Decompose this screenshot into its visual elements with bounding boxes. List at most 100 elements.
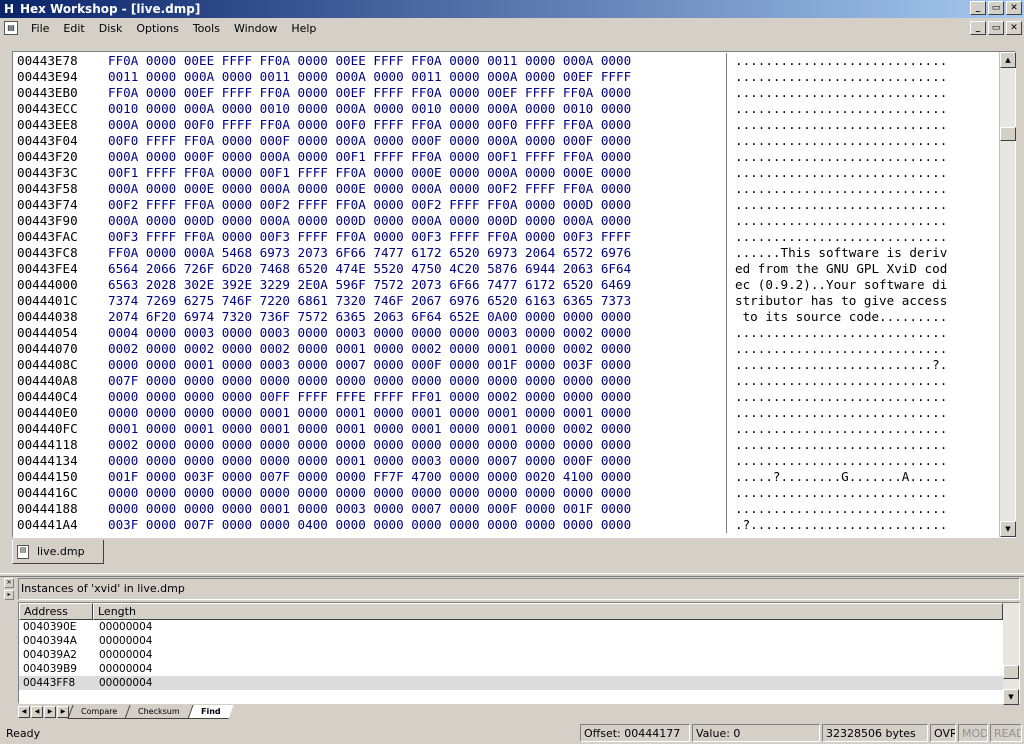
hex-row[interactable]: 00443F90 000A 0000 000D 0000 000A 0000 00… <box>15 213 1005 229</box>
menu-edit[interactable]: Edit <box>56 22 91 35</box>
row-hex-bytes[interactable]: 007F 0000 0000 0000 0000 0000 0000 0000 … <box>102 373 722 389</box>
hex-row[interactable]: 0044408C 0000 0000 0001 0000 0003 0000 00… <box>15 357 1005 373</box>
row-hex-bytes[interactable]: 7374 7269 6275 746F 7220 6861 7320 746F … <box>102 293 722 309</box>
hex-row[interactable]: 004440FC 0001 0000 0001 0000 0001 0000 00… <box>15 421 1005 437</box>
hex-row[interactable]: 00443FAC 00F3 FFFF FF0A 0000 00F3 FFFF FF… <box>15 229 1005 245</box>
row-hex-bytes[interactable]: FF0A 0000 00EF FFFF FF0A 0000 00EF FFFF … <box>102 85 722 101</box>
panel-gripper[interactable]: ✕ ▸ <box>4 578 16 604</box>
hex-row[interactable]: 004440E0 0000 0000 0000 0000 0001 0000 00… <box>15 405 1005 421</box>
row-hex-bytes[interactable]: 00F3 FFFF FF0A 0000 00F3 FFFF FF0A 0000 … <box>102 229 722 245</box>
row-hex-bytes[interactable]: 0000 0000 0000 0000 0000 0000 0001 0000 … <box>102 453 722 469</box>
row-hex-bytes[interactable]: 0000 0000 0000 0000 0001 0000 0001 0000 … <box>102 405 722 421</box>
document-icon[interactable]: ▤ <box>4 21 18 35</box>
hex-row[interactable]: 00444150 001F 0000 003F 0000 007F 0000 00… <box>15 469 1005 485</box>
menu-window[interactable]: Window <box>227 22 284 35</box>
row-ascii[interactable]: ............................ <box>731 149 947 165</box>
row-hex-bytes[interactable]: 00F0 FFFF FF0A 0000 000F 0000 000A 0000 … <box>102 133 722 149</box>
tab-compare[interactable]: Compare <box>67 705 130 719</box>
hex-editor[interactable]: 00443E78 FF0A 0000 00EE FFFF FF0A 0000 00… <box>12 51 1016 538</box>
row-hex-bytes[interactable]: 6564 2066 726F 6D20 7468 6520 474E 5520 … <box>102 261 722 277</box>
mdi-minimize-button[interactable]: _ <box>970 21 986 35</box>
results-scrollbar[interactable]: ▼ <box>1003 603 1019 705</box>
column-length[interactable]: Length <box>93 603 1003 620</box>
row-ascii[interactable]: ............................ <box>731 437 947 453</box>
hex-row[interactable]: 00443E78 FF0A 0000 00EE FFFF FF0A 0000 00… <box>15 53 1005 69</box>
menu-options[interactable]: Options <box>129 22 185 35</box>
hex-row[interactable]: 00444188 0000 0000 0000 0000 0001 0000 00… <box>15 501 1005 517</box>
mdi-close-button[interactable]: ✕ <box>1006 21 1022 35</box>
row-hex-bytes[interactable]: 0002 0000 0002 0000 0002 0000 0001 0000 … <box>102 341 722 357</box>
row-hex-bytes[interactable]: 0002 0000 0000 0000 0000 0000 0000 0000 … <box>102 437 722 453</box>
row-ascii[interactable]: ............................ <box>731 181 947 197</box>
row-ascii[interactable]: ............................ <box>731 405 947 421</box>
close-button[interactable]: ✕ <box>1006 1 1022 15</box>
row-hex-bytes[interactable]: 0011 0000 000A 0000 0011 0000 000A 0000 … <box>102 69 722 85</box>
row-hex-bytes[interactable]: 2074 6F20 6974 7320 736F 7572 6365 2063 … <box>102 309 722 325</box>
hex-row[interactable]: 00443FE4 6564 2066 726F 6D20 7468 6520 47… <box>15 261 1005 277</box>
hex-row[interactable]: 00444054 0004 0000 0003 0000 0003 0000 00… <box>15 325 1005 341</box>
hex-row[interactable]: 004441A4 003F 0000 007F 0000 0000 0400 00… <box>15 517 1005 533</box>
row-hex-bytes[interactable]: FF0A 0000 00EE FFFF FF0A 0000 00EE FFFF … <box>102 53 722 69</box>
row-hex-bytes[interactable]: 000A 0000 00F0 FFFF FF0A 0000 00F0 FFFF … <box>102 117 722 133</box>
result-row[interactable]: 004039A2 00000004 <box>19 648 1019 662</box>
restore-button[interactable]: ▭ <box>988 1 1004 15</box>
menu-help[interactable]: Help <box>284 22 323 35</box>
row-ascii[interactable]: stributor has to give access <box>731 293 947 309</box>
result-row[interactable]: 00443FF8 00000004 <box>19 676 1019 690</box>
panel-close-icon[interactable]: ✕ <box>4 578 14 588</box>
results-scroll-thumb[interactable] <box>1003 665 1019 679</box>
scroll-up-button[interactable]: ▲ <box>1000 52 1016 68</box>
row-ascii[interactable]: ............................ <box>731 165 947 181</box>
row-ascii[interactable]: .....?........G.......A..... <box>731 469 947 485</box>
hex-row[interactable]: 00444000 6563 2028 302E 392E 3229 2E0A 59… <box>15 277 1005 293</box>
menu-tools[interactable]: Tools <box>186 22 227 35</box>
hex-row[interactable]: 0044416C 0000 0000 0000 0000 0000 0000 00… <box>15 485 1005 501</box>
minimize-button[interactable]: _ <box>970 1 986 15</box>
row-hex-bytes[interactable]: FF0A 0000 000A 5468 6973 2073 6F66 7477 … <box>102 245 722 261</box>
hex-row[interactable]: 004440A8 007F 0000 0000 0000 0000 0000 00… <box>15 373 1005 389</box>
hex-row[interactable]: 00443F74 00F2 FFFF FF0A 0000 00F2 FFFF FF… <box>15 197 1005 213</box>
row-ascii[interactable]: ............................ <box>731 485 947 501</box>
hex-row[interactable]: 00443E94 0011 0000 000A 0000 0011 0000 00… <box>15 69 1005 85</box>
results-scroll-down[interactable]: ▼ <box>1003 689 1019 705</box>
row-hex-bytes[interactable]: 000A 0000 000F 0000 000A 0000 00F1 FFFF … <box>102 149 722 165</box>
first-tab-icon[interactable]: ◀ <box>18 706 30 718</box>
row-ascii[interactable]: ............................ <box>731 53 947 69</box>
hex-row[interactable]: 00443F04 00F0 FFFF FF0A 0000 000F 0000 00… <box>15 133 1005 149</box>
hex-row[interactable]: 00443FC8 FF0A 0000 000A 5468 6973 2073 6F… <box>15 245 1005 261</box>
hex-row[interactable]: 00444038 2074 6F20 6974 7320 736F 7572 63… <box>15 309 1005 325</box>
row-hex-bytes[interactable]: 00F1 FFFF FF0A 0000 00F1 FFFF FF0A 0000 … <box>102 165 722 181</box>
hex-row[interactable]: 00443F3C 00F1 FFFF FF0A 0000 00F1 FFFF FF… <box>15 165 1005 181</box>
row-ascii[interactable]: ............................ <box>731 133 947 149</box>
scroll-thumb[interactable] <box>1000 127 1016 141</box>
splitter[interactable] <box>0 573 1024 577</box>
row-ascii[interactable]: to its source code......... <box>731 309 948 325</box>
row-hex-bytes[interactable]: 0010 0000 000A 0000 0010 0000 000A 0000 … <box>102 101 722 117</box>
row-ascii[interactable]: ............................ <box>731 453 947 469</box>
row-ascii[interactable]: ............................ <box>731 501 947 517</box>
hex-row[interactable]: 00443F58 000A 0000 000E 0000 000A 0000 00… <box>15 181 1005 197</box>
row-ascii[interactable]: ............................ <box>731 117 947 133</box>
mdi-restore-button[interactable]: ▭ <box>988 21 1004 35</box>
results-list[interactable]: Address Length 0040390E 00000004 0040394A 0… <box>18 602 1020 705</box>
menu-file[interactable]: File <box>24 22 56 35</box>
row-ascii[interactable]: ............................ <box>731 373 947 389</box>
row-ascii[interactable]: ......This software is deriv <box>731 245 947 261</box>
vertical-scrollbar[interactable]: ▲ ▼ <box>999 52 1016 537</box>
row-hex-bytes[interactable]: 6563 2028 302E 392E 3229 2E0A 596F 7572 … <box>102 277 722 293</box>
row-ascii[interactable]: ............................ <box>731 101 947 117</box>
row-ascii[interactable]: ............................ <box>731 421 947 437</box>
row-hex-bytes[interactable]: 0000 0000 0001 0000 0003 0000 0007 0000 … <box>102 357 722 373</box>
row-hex-bytes[interactable]: 0000 0000 0000 0000 0001 0000 0003 0000 … <box>102 501 722 517</box>
tab-live-dmp[interactable]: ▤ live.dmp <box>12 540 104 564</box>
next-tab-icon[interactable]: ▶ <box>44 706 56 718</box>
hex-row[interactable]: 00444118 0002 0000 0000 0000 0000 0000 00… <box>15 437 1005 453</box>
row-hex-bytes[interactable]: 000A 0000 000D 0000 000A 0000 000D 0000 … <box>102 213 722 229</box>
hex-row[interactable]: 00444070 0002 0000 0002 0000 0002 0000 00… <box>15 341 1005 357</box>
row-hex-bytes[interactable]: 00F2 FFFF FF0A 0000 00F2 FFFF FF0A 0000 … <box>102 197 722 213</box>
tab-checksum[interactable]: Checksum <box>124 705 193 719</box>
row-ascii[interactable]: ............................ <box>731 389 947 405</box>
row-ascii[interactable]: ..........................?. <box>731 357 947 373</box>
result-row[interactable]: 0040390E 00000004 <box>19 620 1019 634</box>
row-hex-bytes[interactable]: 0004 0000 0003 0000 0003 0000 0003 0000 … <box>102 325 722 341</box>
